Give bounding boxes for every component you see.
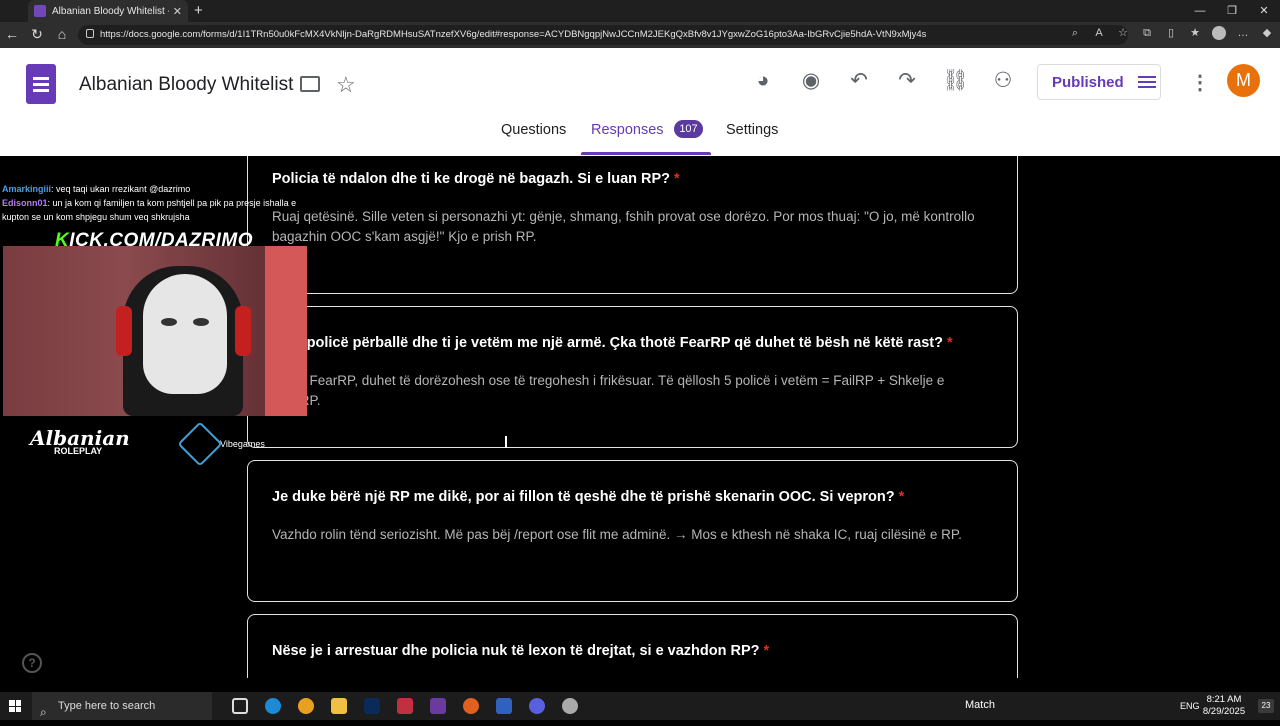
browser-toolbar-icons: ⌕ A ☆ ⧉ ▯ ★ … ◆ — [1068, 26, 1274, 40]
text-cursor — [505, 436, 507, 448]
home-icon[interactable]: ⌂ — [50, 26, 74, 42]
question-card: Ke 5 policë përballë dhe ti je vetëm me … — [247, 306, 1018, 448]
more-options-icon[interactable]: ⋮ — [1190, 70, 1210, 95]
extensions-icon[interactable]: ⧉ — [1140, 26, 1154, 40]
minimize-icon[interactable]: — — [1184, 0, 1216, 22]
publish-settings-icon — [1137, 75, 1156, 89]
language-indicator[interactable]: ENG — [1180, 701, 1200, 711]
help-icon[interactable]: ? — [22, 653, 42, 673]
webcam-window — [265, 246, 307, 416]
new-tab-icon[interactable]: + — [194, 2, 203, 19]
back-icon[interactable]: ← — [0, 26, 24, 42]
star-icon[interactable]: ☆ — [336, 72, 356, 98]
browser-titlebar: Albanian Bloody Whitelist - Goog ✕ + — ❐… — [0, 0, 1280, 22]
favorite-star-icon[interactable]: ☆ — [1116, 26, 1130, 40]
tab-responses[interactable]: Responses — [591, 122, 664, 138]
google-forms-favicon-icon — [34, 5, 46, 17]
chat-message: Amarkingiii: veq taqi ukan rrezikant @da… — [2, 184, 191, 194]
question-text: Ke 5 policë përballë dhe ti je vetëm me … — [272, 335, 953, 351]
read-aloud-icon[interactable]: A — [1092, 26, 1106, 40]
weather-widget[interactable]: Match — [965, 699, 995, 711]
steam-icon[interactable] — [562, 698, 578, 714]
split-screen-icon[interactable]: ▯ — [1164, 26, 1178, 40]
gamepad-icon — [177, 421, 223, 467]
task-view-icon[interactable] — [232, 698, 248, 714]
blender-icon[interactable] — [463, 698, 479, 714]
edge-icon[interactable] — [265, 698, 281, 714]
question-text: Policia të ndalon dhe ti ke drogë në bag… — [272, 171, 680, 187]
webcam-eye — [193, 318, 209, 326]
headset-icon — [235, 306, 251, 356]
browser-menu-icon[interactable]: … — [1236, 26, 1250, 40]
redo-icon[interactable]: ↷ — [894, 68, 920, 94]
date: 8/29/2025 — [1202, 706, 1246, 717]
form-title[interactable]: Albanian Bloody Whitelist — [79, 74, 293, 96]
answer-text: Sipas FearRP, duhet të dorëzohesh ose të… — [272, 373, 945, 408]
maximize-icon[interactable]: ❐ — [1216, 0, 1248, 22]
albanian-roleplay-logo: Albanian ROLEPLAY — [30, 426, 130, 456]
search-icon: ⌕ — [40, 705, 47, 719]
preview-eye-icon[interactable]: ◉ — [798, 68, 824, 94]
undo-icon[interactable]: ↶ — [846, 68, 872, 94]
stream-chat: Amarkingiii: veq taqi ukan rrezikant @da… — [2, 182, 307, 224]
notification-badge[interactable]: 23 — [1258, 699, 1274, 713]
tab-settings[interactable]: Settings — [726, 122, 778, 138]
taskbar-search[interactable]: ⌕ Type here to search — [32, 692, 212, 720]
question-text: Nëse je i arrestuar dhe policia nuk të l… — [272, 643, 770, 659]
tab-title: Albanian Bloody Whitelist - Goog — [52, 5, 169, 17]
window-controls: — ❐ ✕ — [1184, 0, 1280, 22]
browser-tab[interactable]: Albanian Bloody Whitelist - Goog ✕ — [28, 0, 188, 22]
webcam-mask — [143, 274, 227, 394]
close-tab-icon[interactable]: ✕ — [173, 5, 182, 18]
link-icon[interactable]: ⛓ — [942, 68, 969, 94]
close-window-icon[interactable]: ✕ — [1248, 0, 1280, 22]
question-card: Policia të ndalon dhe ti ke drogë në bag… — [247, 156, 1018, 294]
windows-start-icon[interactable] — [9, 700, 21, 712]
google-forms-logo-icon[interactable] — [26, 64, 56, 104]
palette-icon[interactable]: ◕ — [750, 68, 776, 94]
tab-questions[interactable]: Questions — [501, 122, 566, 138]
file-explorer-icon[interactable] — [331, 698, 347, 714]
stream-overlay: Amarkingiii: veq taqi ukan rrezikant @da… — [0, 156, 310, 467]
app-grid-icon[interactable] — [430, 698, 446, 714]
chrome-icon[interactable] — [298, 698, 314, 714]
folder-icon[interactable] — [300, 76, 320, 92]
discord-icon[interactable] — [529, 698, 545, 714]
responses-count-badge: 107 — [674, 120, 703, 138]
browser-profile-icon[interactable] — [1212, 26, 1226, 40]
vibegames-logo: Vibegames — [177, 421, 265, 467]
photoshop-icon[interactable] — [364, 698, 380, 714]
windows-taskbar: ⌕ Type here to search Match ENG 8:21 AM 8… — [0, 692, 1280, 720]
form-tabs: Questions Responses 107 Settings — [0, 120, 1280, 156]
answer-text: Vazhdo rolin tënd seriozisht. Më pas bëj… — [272, 527, 962, 542]
refresh-icon[interactable]: ↻ — [25, 26, 49, 43]
question-card: Nëse je i arrestuar dhe policia nuk të l… — [247, 614, 1018, 678]
published-button[interactable]: Published — [1037, 64, 1161, 100]
avatar[interactable]: M — [1227, 64, 1260, 97]
question-card: Je duke bërë një RP me dikë, por ai fill… — [247, 460, 1018, 602]
app-icon[interactable] — [397, 698, 413, 714]
question-text: Je duke bërë një RP me dikë, por ai fill… — [272, 489, 905, 505]
favorites-icon[interactable]: ★ — [1188, 26, 1202, 40]
webcam-eye — [161, 318, 177, 326]
webcam-feed — [3, 246, 307, 416]
clock[interactable]: 8:21 AM 8/29/2025 — [1200, 694, 1248, 718]
site-info-icon[interactable] — [86, 29, 94, 38]
store-icon[interactable] — [496, 698, 512, 714]
headset-icon — [116, 306, 132, 356]
copilot-icon[interactable]: ◆ — [1260, 26, 1274, 40]
url-field[interactable]: https://docs.google.com/forms/d/1I1TRn50… — [78, 25, 1128, 45]
zoom-icon[interactable]: ⌕ — [1068, 26, 1082, 40]
chat-message: Edisonn01: un ja kom qi familjen ta kom … — [2, 198, 297, 222]
time: 8:21 AM — [1206, 694, 1242, 705]
published-label: Published — [1052, 73, 1124, 91]
add-collaborator-icon[interactable]: ⚇ — [990, 68, 1016, 94]
active-tab-indicator — [581, 152, 711, 155]
answer-text: Ruaj qetësinë. Sille veten si personazhi… — [272, 209, 975, 244]
